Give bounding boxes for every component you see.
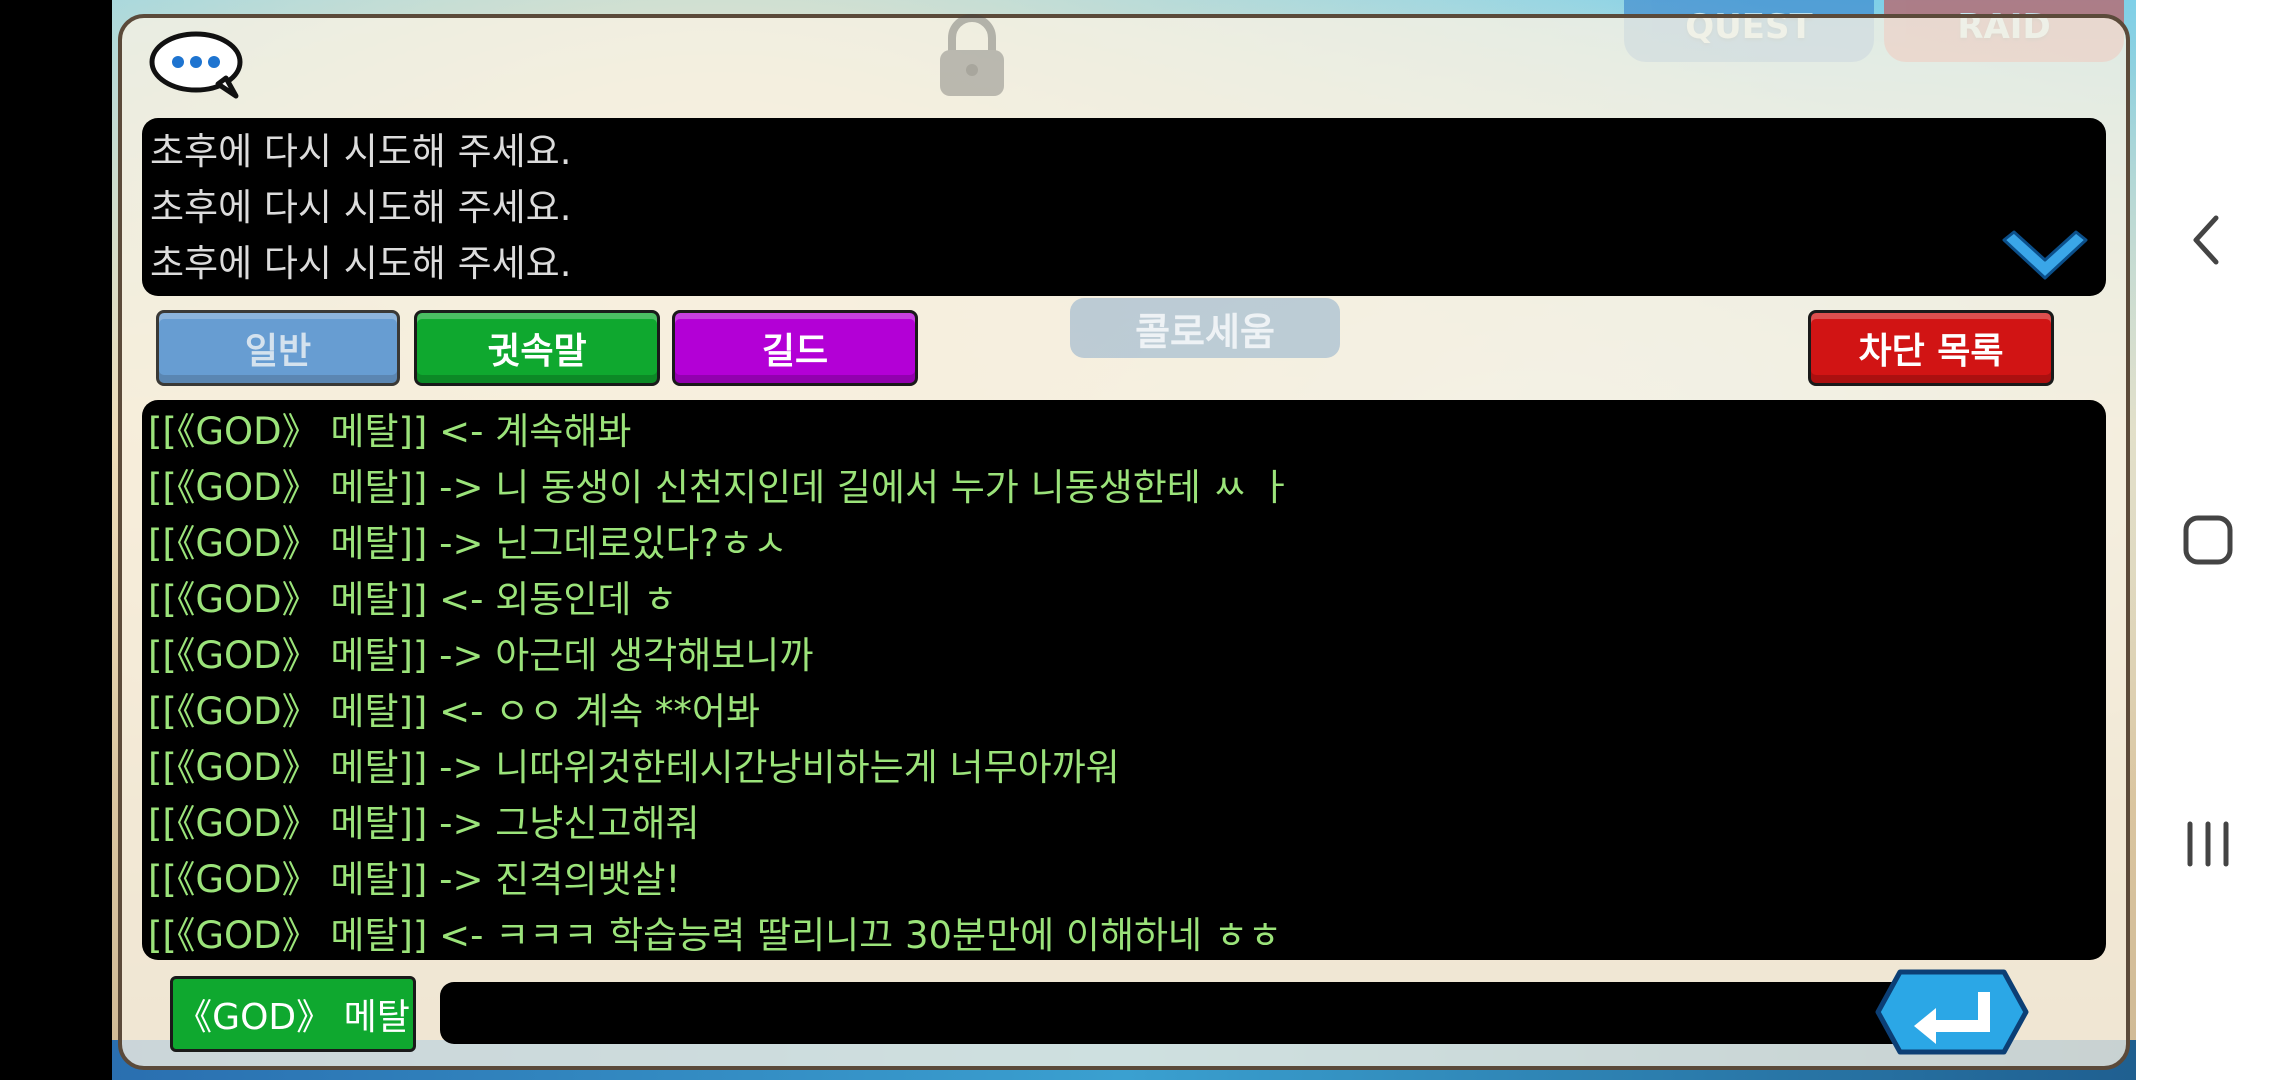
colosseum-label: 콜로세움 [1070, 298, 1340, 358]
chat-message: [[《GOD》 메탈]] -> 니따위것한테시간낭비하는게 너무아까워 [148, 746, 1120, 789]
whisper-recipient-button[interactable]: 《GOD》 메탈 [170, 976, 416, 1052]
tab-whisper[interactable]: 귓속말 [414, 310, 660, 386]
recents-icon[interactable] [2176, 812, 2240, 876]
message-input[interactable] [440, 982, 1910, 1044]
lock-icon [940, 14, 1004, 96]
whisper-chat-log[interactable]: [[《GOD》 메탈]] <- 계속해봐 [[《GOD》 메탈]] -> 니 동… [142, 400, 2106, 960]
chat-message: [[《GOD》 메탈]] -> 그냥신고해줘 [148, 802, 700, 845]
chat-message: [[《GOD》 메탈]] <- ㅋㅋㅋ 학습능력 딸리니끄 30분만에 이해하네… [148, 914, 1282, 957]
system-message: 초후에 다시 시도해 주세요. [150, 130, 572, 173]
chat-message: [[《GOD》 메탈]] -> 니 동생이 신천지인데 길에서 누가 니동생한테… [148, 466, 1293, 509]
home-icon[interactable] [2176, 508, 2240, 572]
chevron-down-icon[interactable] [1998, 226, 2092, 292]
chat-message: [[《GOD》 메탈]] -> 닌그데로있다?ㅎㅅ [148, 522, 788, 565]
chat-message: [[《GOD》 메탈]] <- 외동인데 ㅎ [148, 578, 678, 621]
chat-message: [[《GOD》 메탈]] <- 계속해봐 [148, 410, 632, 453]
tab-general[interactable]: 일반 [156, 310, 400, 386]
system-message: 초후에 다시 시도해 주세요. [150, 186, 572, 229]
system-message-area: 초후에 다시 시도해 주세요. 초후에 다시 시도해 주세요. 초후에 다시 시… [142, 118, 2106, 296]
speech-bubble-icon[interactable] [148, 30, 246, 100]
back-icon[interactable] [2176, 208, 2240, 272]
send-button[interactable] [1874, 968, 2030, 1056]
chat-message: [[《GOD》 메탈]] <- ㅇㅇ 계속 **어봐 [148, 690, 761, 733]
chat-message: [[《GOD》 메탈]] -> 아근데 생각해보니까 [148, 634, 814, 677]
block-list-button[interactable]: 차단 목록 [1808, 310, 2054, 386]
system-message: 초후에 다시 시도해 주세요. [150, 242, 572, 285]
tab-guild[interactable]: 길드 [672, 310, 918, 386]
chat-message: [[《GOD》 메탈]] -> 진격의뱃살! [148, 858, 681, 901]
